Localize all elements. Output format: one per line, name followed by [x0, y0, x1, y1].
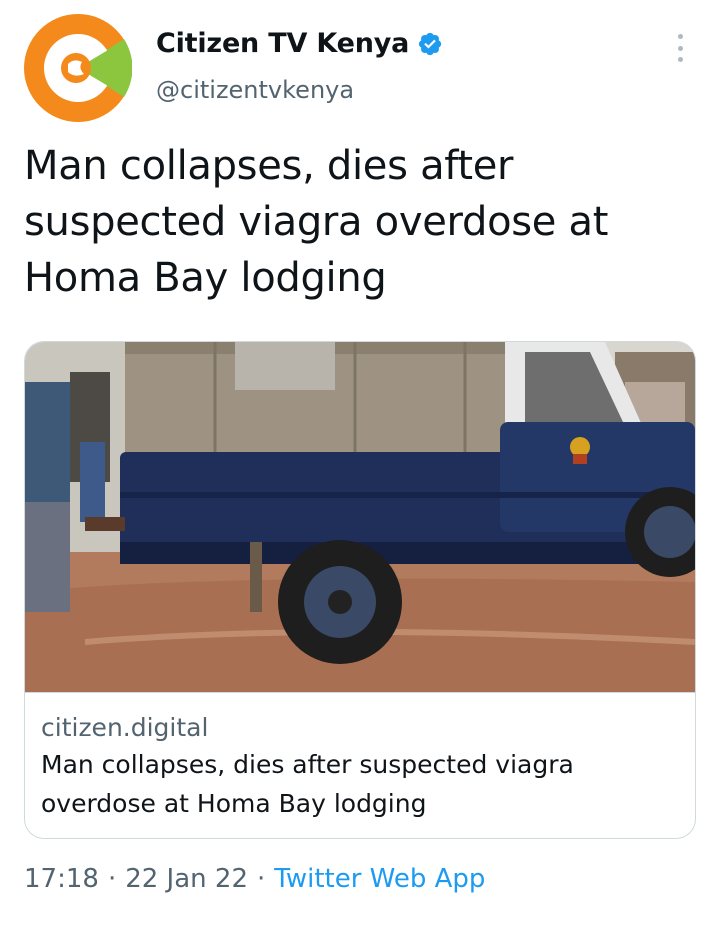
tweet-meta: 17:18 · 22 Jan 22 · Twitter Web App	[24, 864, 485, 894]
police-truck-photo	[25, 342, 695, 692]
account-name[interactable]: Citizen TV Kenya	[156, 28, 409, 59]
more-vertical-icon[interactable]	[668, 32, 692, 64]
card-domain: citizen.digital	[41, 713, 209, 742]
tweet-text: Man collapses, dies after suspected viag…	[24, 143, 609, 301]
link-preview-card[interactable]: citizen.digital Man collapses, dies afte…	[24, 341, 696, 839]
verified-badge-icon	[419, 32, 442, 55]
account-name-row[interactable]: Citizen TV Kenya	[156, 28, 443, 59]
avatar[interactable]	[24, 14, 132, 122]
tweet-time[interactable]: 17:18	[24, 864, 99, 894]
tweet-source-link[interactable]: Twitter Web App	[274, 864, 485, 894]
meta-separator: ·	[256, 864, 266, 894]
account-handle[interactable]: @citizentvkenya	[156, 76, 354, 104]
meta-separator: ·	[107, 864, 117, 894]
tweet-date[interactable]: 22 Jan 22	[125, 864, 248, 894]
card-body[interactable]: citizen.digital Man collapses, dies afte…	[25, 692, 695, 838]
card-title: Man collapses, dies after suspected viag…	[41, 750, 574, 818]
